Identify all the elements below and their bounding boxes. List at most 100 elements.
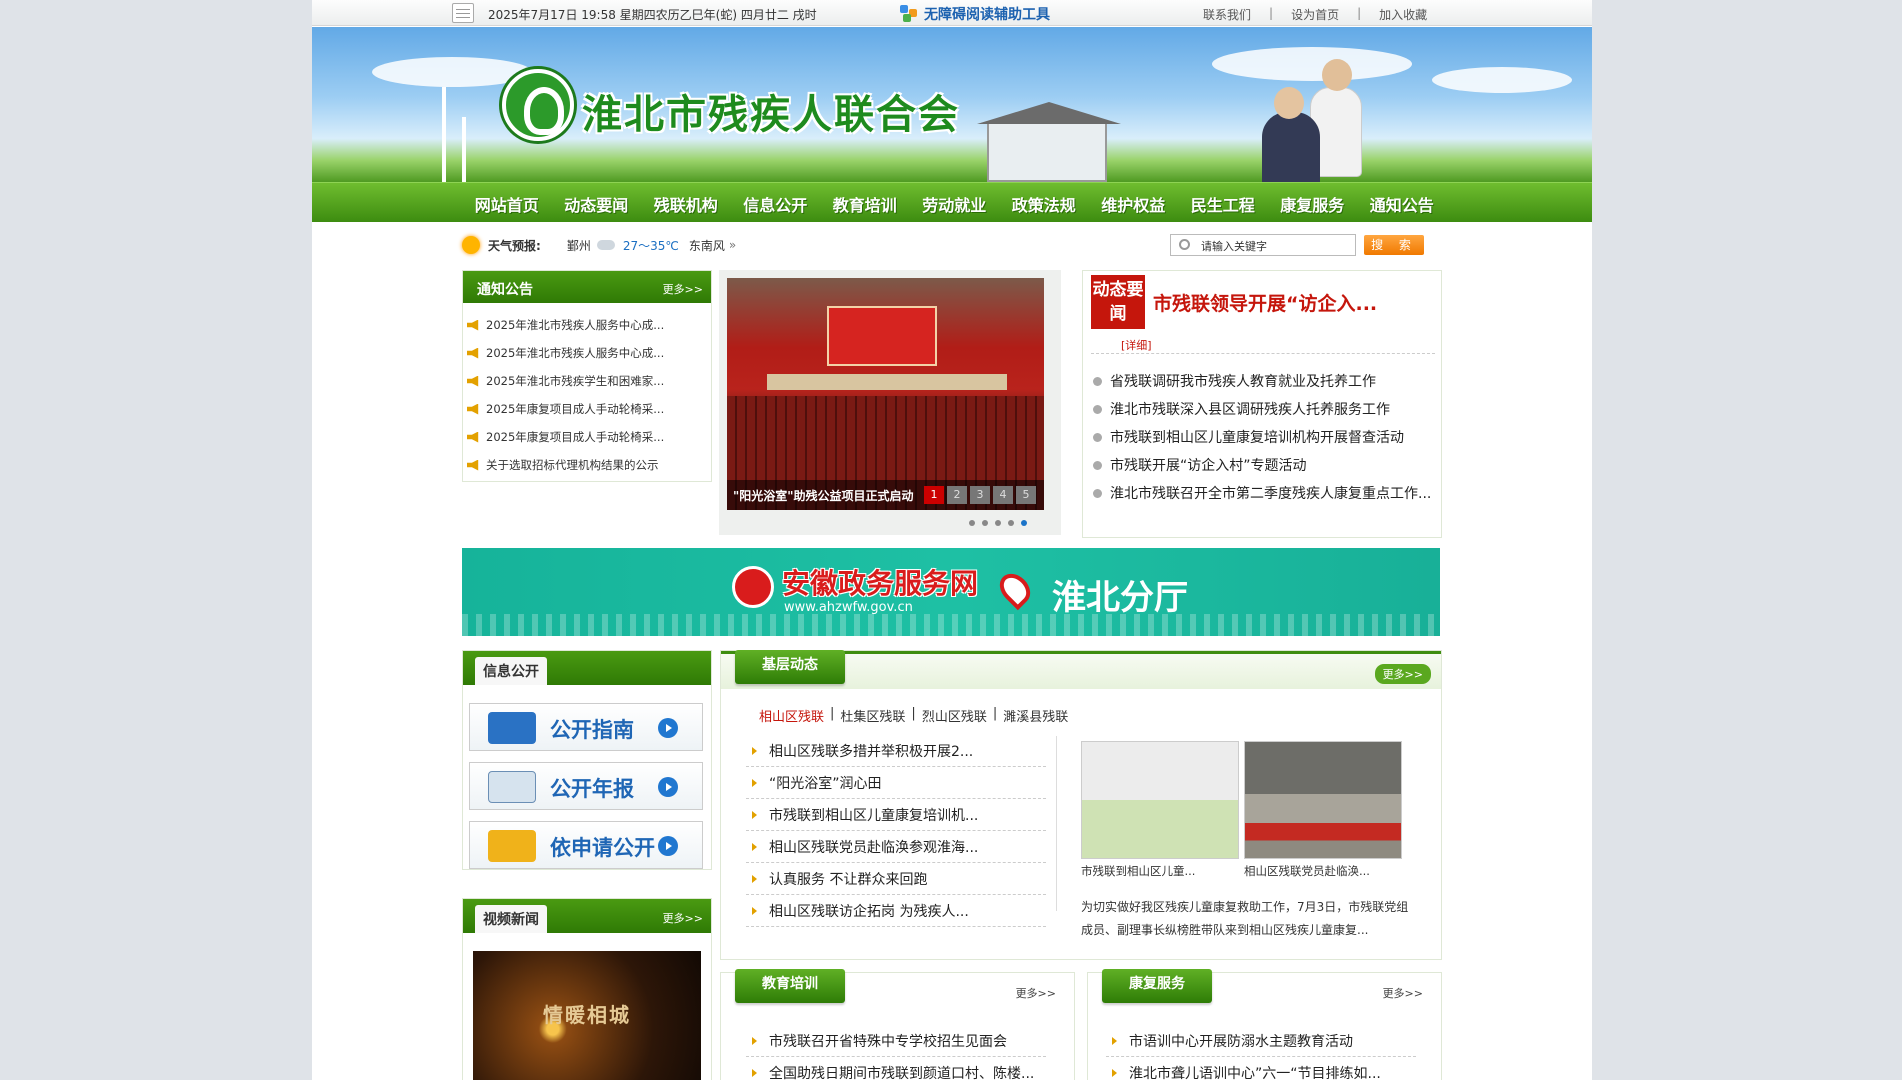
- list-item[interactable]: 省残联调研我市残疾人教育就业及托养工作: [1093, 367, 1431, 395]
- add-favorite-link[interactable]: 加入收藏: [1361, 6, 1445, 23]
- notice-more-link[interactable]: 更多>>: [663, 281, 703, 297]
- rehab-list: 市语训中心开展防溺水主题教育活动 淮北市聋儿语训中心”六一“节目排练如...: [1106, 1025, 1416, 1080]
- rehab-title: 康复服务: [1102, 969, 1212, 1003]
- education-more-link[interactable]: 更多>>: [1008, 983, 1064, 1003]
- list-item[interactable]: 相山区残联多措并举积极开展2...: [746, 735, 1046, 767]
- nav-policy[interactable]: 政策法规: [999, 192, 1089, 216]
- headline-link[interactable]: 市残联领导开展“访企入...: [1153, 289, 1377, 316]
- speaker-icon: [467, 347, 479, 359]
- speaker-icon: [467, 431, 479, 443]
- video-news-more-link[interactable]: 更多>>: [663, 910, 703, 926]
- list-item[interactable]: 2025年淮北市残疾学生和困难家...: [467, 367, 664, 395]
- detail-link[interactable]: [详细]: [1121, 337, 1152, 353]
- nav-notice[interactable]: 通知公告: [1357, 192, 1447, 216]
- nav-home[interactable]: 网站首页: [462, 192, 552, 216]
- search-placeholder: 请输入关键字: [1201, 240, 1267, 253]
- arrow-icon: [752, 842, 757, 851]
- list-item[interactable]: 市残联开展“访企入村”专题活动: [1093, 451, 1431, 479]
- slide-page-button[interactable]: 4: [993, 486, 1013, 504]
- search-input[interactable]: 请输入关键字: [1170, 234, 1356, 256]
- list-item[interactable]: 相山区残联党员赴临涣参观淮海...: [746, 831, 1046, 863]
- tab-duji[interactable]: 杜集区残联: [840, 706, 905, 725]
- notice-title-bar: 通知公告 更多>>: [463, 271, 711, 303]
- set-homepage-link[interactable]: 设为首页: [1273, 6, 1357, 23]
- list-item[interactable]: 市残联到相山区儿童康复培训机构开展督查活动: [1093, 423, 1431, 451]
- rehab-panel: 康复服务 更多>> 市语训中心开展防溺水主题教育活动 淮北市聋儿语训中心”六一“…: [1087, 969, 1442, 1080]
- summary-text[interactable]: 为切实做好我区残疾儿童康复救助工作，7月3日，市残联党组成员、副理事长纵榜胜带队…: [1081, 896, 1416, 942]
- list-item[interactable]: 全国助残日期间市残联到颜道口村、陈楼...: [746, 1057, 1046, 1080]
- slide-page-button[interactable]: 1: [924, 486, 944, 504]
- list-item[interactable]: 市残联召开省特殊中专学校招生见面会: [746, 1025, 1046, 1057]
- slide-dot[interactable]: [1021, 520, 1027, 526]
- search-button[interactable]: 搜 索: [1364, 235, 1424, 255]
- photo-caption[interactable]: 相山区残联党员赴临涣...: [1244, 863, 1370, 879]
- nav-rehab[interactable]: 康复服务: [1268, 192, 1358, 216]
- list-item[interactable]: 2025年康复项目成人手动轮椅采...: [467, 395, 664, 423]
- list-item[interactable]: 2025年淮北市残疾人服务中心成...: [467, 311, 664, 339]
- list-item[interactable]: 淮北市残联召开全市第二季度残疾人康复重点工作...: [1093, 479, 1431, 507]
- annual-report-button[interactable]: 公开年报: [469, 762, 703, 810]
- contact-link[interactable]: 联系我们: [1185, 6, 1269, 23]
- photo-thumbnail[interactable]: [1081, 741, 1239, 859]
- slide-image[interactable]: "阳光浴室"助残公益项目正式启动 1 2 3 4 5: [727, 278, 1044, 510]
- elderly-couple-illustration: [1252, 57, 1382, 182]
- arrow-icon: [752, 778, 757, 787]
- arrow-right-icon: [658, 777, 678, 797]
- rehab-title-bar: 康复服务 更多>>: [1088, 969, 1441, 1011]
- news-list: 省残联调研我市残疾人教育就业及托养工作 淮北市残联深入县区调研残疾人托养服务工作…: [1093, 367, 1431, 507]
- slide-page-button[interactable]: 3: [970, 486, 990, 504]
- nav-info-public[interactable]: 信息公开: [731, 192, 821, 216]
- slide-dot[interactable]: [982, 520, 988, 526]
- nav-livelihood[interactable]: 民生工程: [1178, 192, 1268, 216]
- header-banner: 淮北市残疾人联合会: [312, 27, 1592, 182]
- accessibility-tool-link[interactable]: 无障碍阅读辅助工具: [900, 4, 1050, 24]
- arrow-icon: [752, 1036, 757, 1045]
- list-item[interactable]: “阳光浴室”润心田: [746, 767, 1046, 799]
- double-chevron-icon: »: [728, 238, 737, 252]
- nav-rights[interactable]: 维护权益: [1089, 192, 1179, 216]
- list-item[interactable]: 市残联到相山区儿童康复培训机...: [746, 799, 1046, 831]
- list-item[interactable]: 相山区残联访企拓岗 为残疾人...: [746, 895, 1046, 927]
- rehab-more-link[interactable]: 更多>>: [1375, 983, 1431, 1003]
- tab-suixi[interactable]: 濉溪县残联: [1003, 706, 1068, 725]
- weather-wind: 东南风: [688, 238, 725, 253]
- slide-page-button[interactable]: 5: [1016, 486, 1036, 504]
- video-news-title: 视频新闻: [475, 905, 547, 933]
- apply-disclosure-button[interactable]: 依申请公开: [469, 821, 703, 869]
- arrow-icon: [752, 906, 757, 915]
- gov-service-banner[interactable]: 安徽政务服务网 www.ahzwfw.gov.cn 淮北分厅: [462, 548, 1440, 636]
- slide-dot[interactable]: [995, 520, 1001, 526]
- arrow-icon: [752, 874, 757, 883]
- public-guide-button[interactable]: 公开指南: [469, 703, 703, 751]
- list-item[interactable]: 市语训中心开展防溺水主题教育活动: [1106, 1025, 1416, 1057]
- list-item[interactable]: 关于选取招标代理机构结果的公示: [467, 451, 664, 479]
- nav-employment[interactable]: 劳动就业: [910, 192, 1000, 216]
- slide-dot[interactable]: [1008, 520, 1014, 526]
- notice-panel: 通知公告 更多>> 2025年淮北市残疾人服务中心成... 2025年淮北市残疾…: [462, 270, 712, 482]
- nav-organization[interactable]: 残联机构: [641, 192, 731, 216]
- slide-dot[interactable]: [969, 520, 975, 526]
- slide-page-button[interactable]: 2: [947, 486, 967, 504]
- arrow-icon: [752, 1068, 757, 1077]
- list-item[interactable]: 认真服务 不让群众来回跑: [746, 863, 1046, 895]
- cloud: [1432, 67, 1572, 93]
- grassroots-more-link[interactable]: 更多>>: [1374, 664, 1431, 684]
- slide-pager: 1 2 3 4 5: [924, 486, 1036, 504]
- location-pin-icon: [993, 567, 1037, 611]
- windmill: [462, 117, 466, 182]
- tab-lieshan[interactable]: 烈山区残联: [922, 706, 987, 725]
- tab-xiangshan[interactable]: 相山区残联: [759, 706, 824, 725]
- list-item[interactable]: 2025年康复项目成人手动轮椅采...: [467, 423, 664, 451]
- list-item[interactable]: 2025年淮北市残疾人服务中心成...: [467, 339, 664, 367]
- nav-education[interactable]: 教育培训: [820, 192, 910, 216]
- nav-news[interactable]: 动态要闻: [552, 192, 642, 216]
- list-item[interactable]: 淮北市残联深入县区调研残疾人托养服务工作: [1093, 395, 1431, 423]
- photo-caption[interactable]: 市残联到相山区儿童...: [1081, 863, 1195, 879]
- notice-title: 通知公告: [477, 282, 533, 298]
- video-thumbnail[interactable]: 情暖相城: [473, 951, 701, 1080]
- headline-news-panel: 动态要闻 市残联领导开展“访企入... [详细] 省残联调研我市残疾人教育就业及…: [1082, 270, 1442, 538]
- grassroots-title-bar: 基层动态 更多>>: [721, 650, 1441, 689]
- photo-thumbnail[interactable]: [1244, 741, 1402, 859]
- list-item[interactable]: 淮北市聋儿语训中心”六一“节目排练如...: [1106, 1057, 1416, 1080]
- grassroots-panel: 基层动态 更多>> 相山区残联 | 杜集区残联 | 烈山区残联 | 濉溪县残联 相山区…: [720, 650, 1442, 960]
